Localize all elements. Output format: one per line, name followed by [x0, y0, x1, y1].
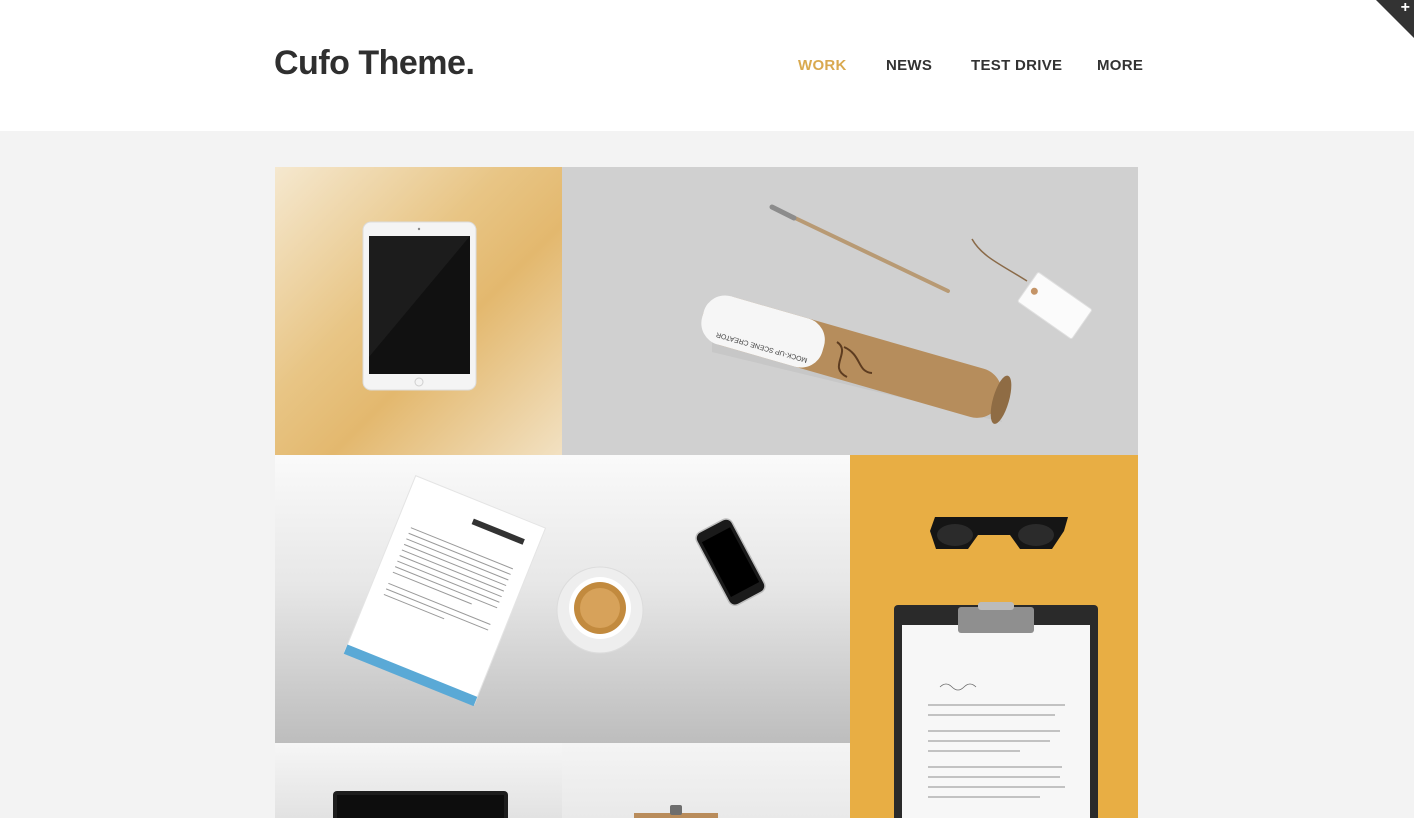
sunglasses-clipboard-image	[894, 517, 1098, 818]
main-nav: WORK NEWS TEST DRIVE MORE	[0, 57, 1414, 77]
nav-item-test-drive[interactable]: TEST DRIVE	[971, 57, 1062, 74]
laptop-mockup-image	[333, 791, 508, 818]
portfolio-tile-paper-roll[interactable]: MOCK-UP SCENE CREATOR	[562, 167, 1138, 455]
portfolio-tile-sunglasses[interactable]	[850, 455, 1138, 818]
clipboard-mockup-image	[634, 805, 718, 818]
site-header: Cufo Theme. WORK NEWS TEST DRIVE MORE	[0, 0, 1414, 131]
nav-item-work[interactable]: WORK	[798, 57, 847, 74]
paper-roll-mockup-image: MOCK-UP SCENE CREATOR	[701, 204, 1092, 424]
nav-item-news[interactable]: NEWS	[886, 57, 932, 74]
plus-icon: +	[1400, 0, 1410, 16]
letterhead-mockup-image	[343, 475, 766, 707]
portfolio-tile-tablet[interactable]	[275, 167, 562, 455]
portfolio-tile-clipboard[interactable]	[562, 743, 850, 818]
tablet-mockup-image	[362, 221, 477, 391]
portfolio-tile-laptop[interactable]	[275, 743, 562, 818]
portfolio-tile-letterhead[interactable]	[275, 455, 850, 743]
nav-item-more[interactable]: MORE	[1097, 57, 1143, 74]
